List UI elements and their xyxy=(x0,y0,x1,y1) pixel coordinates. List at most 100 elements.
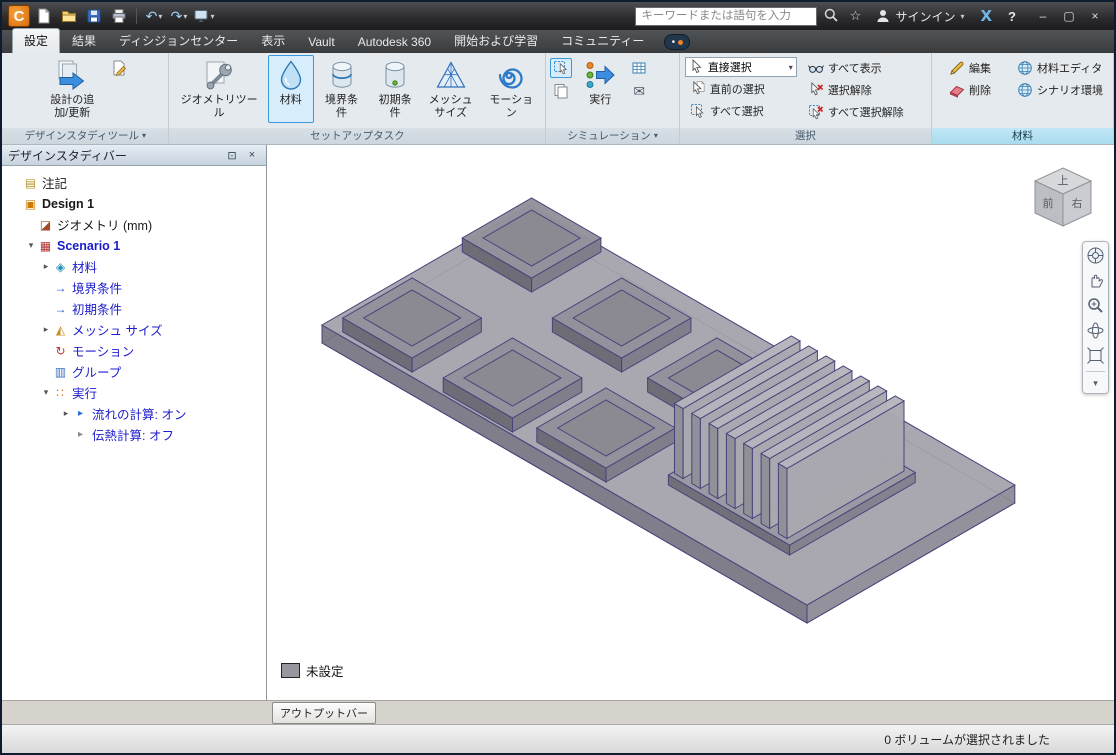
expand-icon[interactable]: ▾ xyxy=(40,387,52,398)
tab-results[interactable]: 結果 xyxy=(61,29,107,53)
motion-button[interactable]: モーション xyxy=(480,55,542,123)
design-review-button[interactable] xyxy=(108,58,130,78)
globe-icon xyxy=(1017,82,1033,98)
tab-autodesk-360[interactable]: Autodesk 360 xyxy=(347,32,442,53)
tree-item-flow-calc[interactable]: ▸ ▸ 流れの計算: オン xyxy=(2,403,266,424)
zoom-icon[interactable] xyxy=(1086,296,1105,315)
group-label-setup-tasks[interactable]: セットアップタスク xyxy=(169,128,546,144)
group-label-design-study[interactable]: デザインスタディツール ▾ xyxy=(2,128,169,144)
expand-icon[interactable]: ▸ xyxy=(40,324,52,335)
solution-monitor-button[interactable] xyxy=(628,58,650,78)
tab-decision-center[interactable]: ディシジョンセンター xyxy=(108,29,249,53)
select-volumes-toggle[interactable] xyxy=(550,58,573,78)
materials-button[interactable]: 材料 xyxy=(267,55,314,123)
redo-button[interactable]: ↷ ▾ xyxy=(168,6,190,26)
select-all-button[interactable]: すべて選択 xyxy=(685,100,797,121)
feedback-icon[interactable]: • xyxy=(664,34,691,50)
notifications-button[interactable]: ✉ xyxy=(628,81,650,101)
run-dots-icon: ∷ xyxy=(56,385,65,400)
print-button[interactable] xyxy=(108,6,130,26)
tree-item-initial-conditions[interactable]: → 初期条件 xyxy=(2,298,266,319)
group-label-simulation[interactable]: シミュレーション ▾ xyxy=(546,128,679,144)
save-button[interactable] xyxy=(83,6,105,26)
signin-button[interactable]: サインイン ▾ xyxy=(869,8,970,25)
close-button[interactable]: × xyxy=(1082,7,1108,25)
deselect-button[interactable]: 選択解除 xyxy=(803,79,909,100)
undo-button[interactable]: ↶ ▾ xyxy=(143,6,165,26)
tab-get-started[interactable]: 開始および学習 xyxy=(443,29,549,53)
exchange-apps-icon[interactable]: X xyxy=(974,7,998,25)
view-cube[interactable]: 上 前 右 xyxy=(1026,161,1100,235)
deselect-all-button[interactable]: すべて選択解除 xyxy=(803,101,909,122)
boundary-conditions-button[interactable]: 境界条件 xyxy=(316,55,368,123)
output-bar-button[interactable]: アウトプットバー xyxy=(272,701,376,724)
add-update-label: 設計の追加/更新 xyxy=(50,94,95,119)
app-logo-icon[interactable]: C xyxy=(8,5,30,27)
add-update-icon xyxy=(56,59,88,91)
model-3d[interactable] xyxy=(267,145,1114,700)
add-update-design-button[interactable]: 設計の追加/更新 xyxy=(39,55,105,123)
steering-wheel-icon[interactable] xyxy=(1086,246,1105,265)
minimize-button[interactable]: – xyxy=(1030,7,1056,25)
initial-arrow-icon: → xyxy=(54,301,67,316)
favorites-star-icon[interactable]: ☆ xyxy=(845,8,865,24)
workspace-button[interactable]: ▾ xyxy=(193,6,215,26)
previous-selection-button[interactable]: 直前の選択 xyxy=(685,78,797,99)
orbit-icon[interactable] xyxy=(1086,321,1105,340)
group-label-material[interactable]: 材料 xyxy=(932,128,1113,144)
viewport-3d[interactable]: 上 前 右 ▾ 未設定 xyxy=(267,145,1114,700)
tree-item-mesh-size[interactable]: ▸ ◭ メッシュ サイズ xyxy=(2,319,266,340)
solve-button[interactable]: 実行 xyxy=(575,55,625,123)
tree-item-design-1[interactable]: ▣ Design 1 xyxy=(2,193,266,214)
tab-vault[interactable]: Vault xyxy=(297,32,345,53)
motion-icon: ↻ xyxy=(55,343,66,358)
direct-select-dropdown[interactable]: 直接選択 ▾ xyxy=(684,57,797,77)
show-all-button[interactable]: すべて表示 xyxy=(803,57,909,78)
tab-community[interactable]: コミュニティー xyxy=(550,29,655,53)
legend-swatch xyxy=(281,663,300,678)
tree-item-notes[interactable]: ▤ 注記 xyxy=(2,172,266,193)
tree-item-groups[interactable]: ▥ グループ xyxy=(2,361,266,382)
tree-item-heat-calc[interactable]: ▸ 伝熱計算: オフ xyxy=(2,424,266,445)
scenario-environment-button[interactable]: シナリオ環境 xyxy=(1012,79,1108,100)
clone-scenario-button[interactable] xyxy=(550,81,572,101)
tab-settings[interactable]: 設定 xyxy=(12,28,61,53)
status-text: 0 ボリュームが選択されました xyxy=(884,732,1050,747)
new-button[interactable] xyxy=(33,6,55,26)
pin-icon[interactable]: ⊡ xyxy=(224,149,240,162)
maximize-button[interactable]: ▢ xyxy=(1056,7,1082,25)
tree-item-solve[interactable]: ▾ ∷ 実行 xyxy=(2,382,266,403)
tree-item-motion[interactable]: ↻ モーション xyxy=(2,340,266,361)
open-button[interactable] xyxy=(58,6,80,26)
tree-item-boundary-conditions[interactable]: → 境界条件 xyxy=(2,277,266,298)
eraser-icon xyxy=(949,82,965,98)
edit-material-button[interactable]: 編集 xyxy=(944,57,996,78)
panel-title: デザインスタディバー xyxy=(8,148,127,163)
pan-hand-icon[interactable] xyxy=(1086,271,1105,290)
cursor-box-x-icon xyxy=(808,104,823,120)
help-button[interactable]: ? xyxy=(1002,9,1022,24)
initial-conditions-button[interactable]: 初期条件 xyxy=(369,55,421,123)
panel-close-icon[interactable]: × xyxy=(244,149,260,161)
viewcube-right-label: 右 xyxy=(1072,196,1083,210)
expand-icon[interactable]: ▸ xyxy=(60,408,72,419)
mesh-size-button[interactable]: メッシュ サイズ xyxy=(423,55,478,123)
tree-item-geometry[interactable]: ◪ ジオメトリ (mm) xyxy=(2,214,266,235)
delete-material-button[interactable]: 削除 xyxy=(944,79,996,100)
design-folder-icon: ▣ xyxy=(24,196,37,211)
search-input[interactable] xyxy=(635,6,818,26)
geometry-tools-button[interactable]: ジオメトリツール xyxy=(172,55,265,123)
expand-icon[interactable]: ▸ xyxy=(40,261,52,272)
tab-view[interactable]: 表示 xyxy=(250,29,296,53)
window-controls: – ▢ × xyxy=(1030,7,1108,25)
navbar-more-icon[interactable]: ▾ xyxy=(1093,378,1098,389)
tree-item-scenario-1[interactable]: ▾ ▦ Scenario 1 xyxy=(2,235,266,256)
chevron-down-icon: ▾ xyxy=(788,62,793,72)
search-icon[interactable] xyxy=(821,7,841,26)
tree-item-materials[interactable]: ▸ ◈ 材料 xyxy=(2,256,266,277)
zoom-extents-icon[interactable] xyxy=(1086,346,1105,365)
group-label-selection[interactable]: 選択 xyxy=(679,128,931,144)
expand-icon[interactable]: ▾ xyxy=(25,240,37,251)
material-editor-button[interactable]: 材料エディタ xyxy=(1012,57,1108,78)
spiral-icon xyxy=(495,59,527,91)
